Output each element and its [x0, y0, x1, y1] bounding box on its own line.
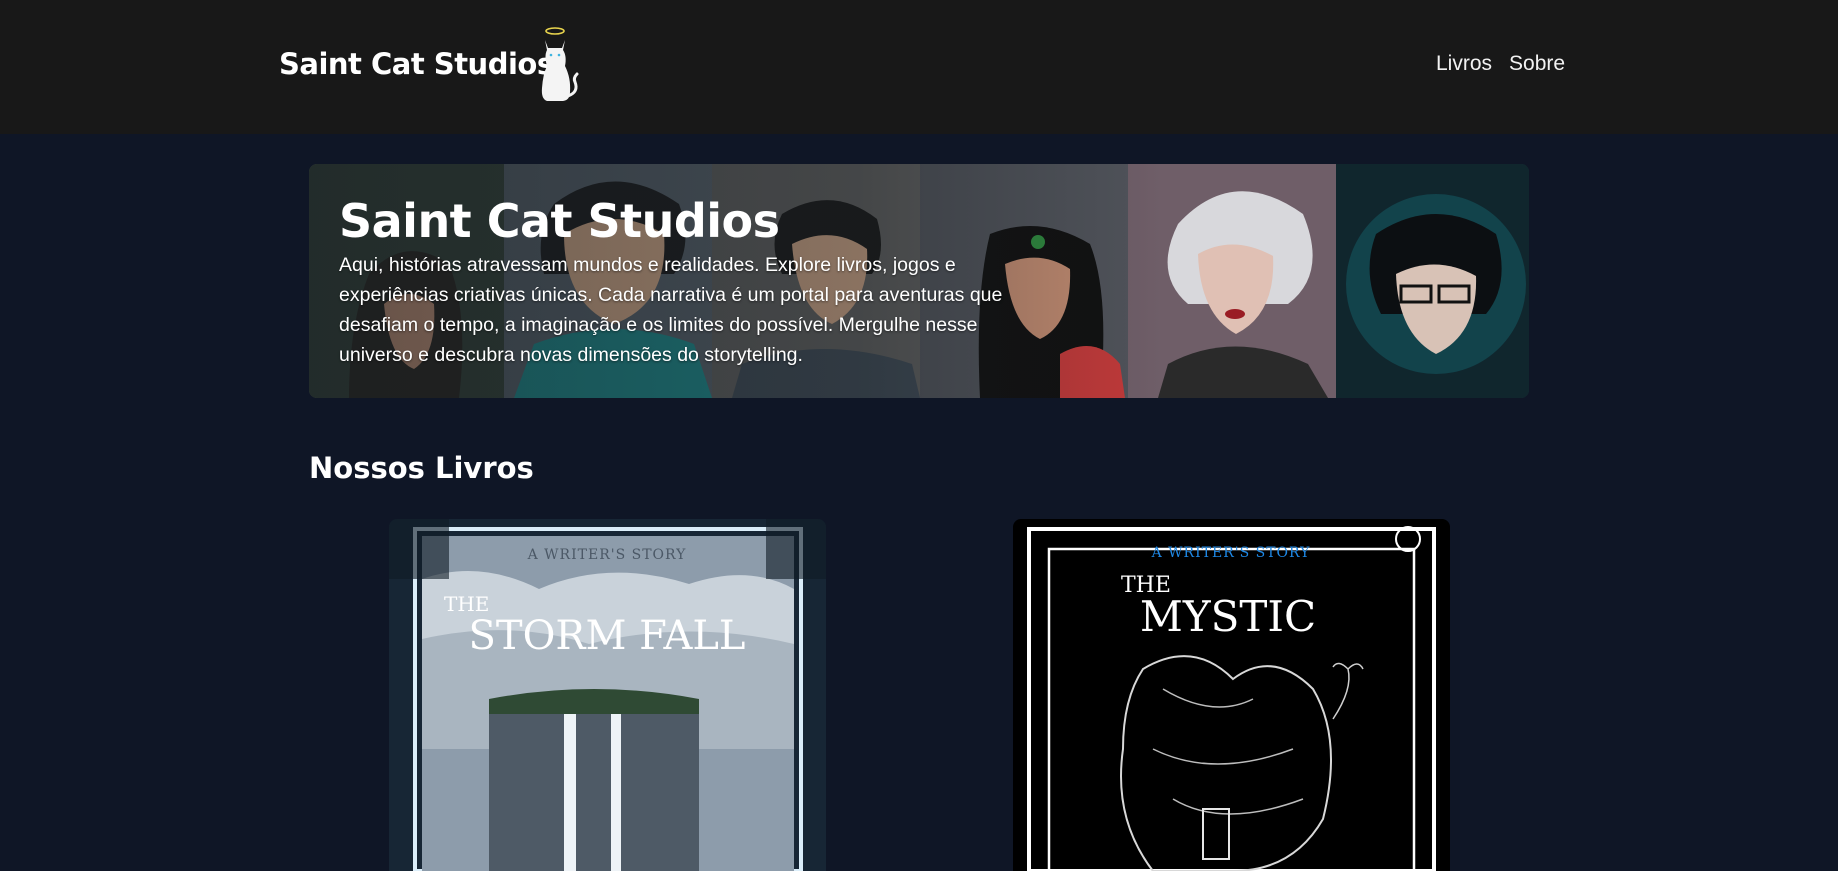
book-card-storm-fall[interactable]: A WRITER'S STORY THE STORM FALL	[389, 519, 826, 871]
book-card-mystic[interactable]: A WRITER'S STORY THE MYSTIC	[1013, 519, 1450, 871]
hero-banner: Saint Cat Studios Aqui, histórias atrave…	[309, 164, 1529, 398]
book-cover-storm-fall: A WRITER'S STORY THE STORM FALL	[389, 519, 826, 871]
book-2-tagline: A WRITER'S STORY	[1151, 545, 1311, 561]
halo-cat-icon[interactable]	[535, 26, 581, 104]
book-2-title: MYSTIC	[1140, 592, 1316, 641]
nav-link-sobre[interactable]: Sobre	[1509, 52, 1565, 76]
brand-name[interactable]: Saint Cat Studios	[279, 47, 554, 81]
book-cover-mystic: A WRITER'S STORY THE MYSTIC	[1013, 519, 1450, 871]
nav-link-livros[interactable]: Livros	[1436, 52, 1492, 76]
book-1-tagline: A WRITER'S STORY	[527, 547, 687, 563]
top-navigation-bar: Saint Cat Studios Livros Sobre	[0, 0, 1838, 134]
book-1-title: STORM FALL	[469, 613, 746, 659]
books-section-title: Nossos Livros	[309, 451, 534, 485]
main-nav: Livros Sobre	[1436, 52, 1565, 76]
hero-description: Aqui, histórias atravessam mundos e real…	[339, 254, 1003, 366]
hero-title: Saint Cat Studios	[339, 194, 780, 248]
